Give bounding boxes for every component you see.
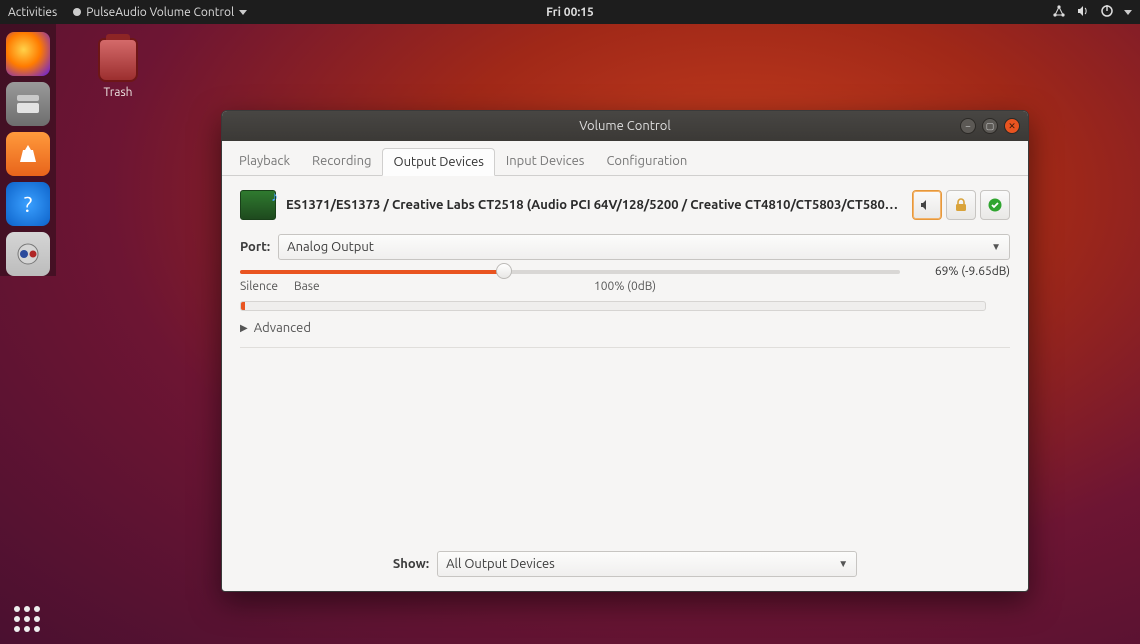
launcher-files[interactable] — [6, 82, 50, 126]
launcher-dock: ? — [0, 24, 56, 276]
set-default-button[interactable] — [980, 190, 1010, 220]
launcher-firefox[interactable] — [6, 32, 50, 76]
tab-output-devices[interactable]: Output Devices — [382, 148, 494, 176]
chevron-down-icon — [239, 10, 247, 15]
power-icon[interactable] — [1100, 4, 1114, 21]
launcher-software[interactable] — [6, 132, 50, 176]
launcher-pavucontrol[interactable] — [6, 232, 50, 276]
volume-slider[interactable] — [240, 270, 900, 274]
trash-label: Trash — [88, 86, 148, 99]
tab-playback[interactable]: Playback — [228, 147, 301, 175]
close-button[interactable]: ✕ — [1004, 118, 1020, 134]
window-title: Volume Control — [579, 119, 671, 133]
volume-scale: Silence Base 100% (0dB) — [240, 280, 900, 293]
port-value: Analog Output — [287, 240, 374, 254]
window-titlebar[interactable]: Volume Control – ▢ ✕ — [222, 111, 1028, 141]
disclosure-triangle-icon: ▶ — [240, 322, 248, 334]
lock-channels-button[interactable] — [946, 190, 976, 220]
maximize-button[interactable]: ▢ — [982, 118, 998, 134]
app-menu-title: PulseAudio Volume Control — [86, 6, 234, 19]
footer: Show: All Output Devices ▼ — [222, 541, 1028, 591]
port-combo[interactable]: Analog Output ▼ — [278, 234, 1010, 260]
launcher-help[interactable]: ? — [6, 182, 50, 226]
clock[interactable]: Fri 00:15 — [546, 6, 594, 19]
advanced-expander[interactable]: ▶ Advanced — [240, 321, 1010, 335]
volume-thumb[interactable] — [496, 263, 512, 279]
port-label: Port: — [240, 240, 270, 254]
minimize-button[interactable]: – — [960, 118, 976, 134]
app-menu[interactable]: PulseAudio Volume Control — [73, 6, 247, 19]
tab-input-devices[interactable]: Input Devices — [495, 147, 596, 175]
network-icon[interactable] — [1052, 4, 1066, 21]
activities-button[interactable]: Activities — [8, 6, 57, 19]
level-meter — [240, 301, 986, 311]
level-meter-peak — [241, 302, 245, 310]
show-combo[interactable]: All Output Devices ▼ — [437, 551, 857, 577]
show-applications-button[interactable] — [14, 606, 40, 632]
volume-control-window: Volume Control – ▢ ✕ Playback Recording … — [221, 110, 1029, 592]
show-value: All Output Devices — [446, 557, 555, 571]
device-name: ES1371/ES1373 / Creative Labs CT2518 (Au… — [286, 198, 902, 212]
chevron-down-icon: ▼ — [991, 241, 1001, 253]
volume-icon[interactable] — [1076, 4, 1090, 21]
tab-configuration[interactable]: Configuration — [595, 147, 698, 175]
scale-silence: Silence — [240, 280, 278, 293]
trash-icon — [98, 38, 138, 82]
sound-card-icon — [240, 190, 276, 220]
desktop-trash[interactable]: Trash — [88, 38, 148, 99]
app-indicator-icon — [73, 8, 81, 16]
scale-100: 100% (0dB) — [594, 280, 656, 293]
scale-base: Base — [294, 280, 320, 293]
separator — [240, 347, 1010, 348]
tab-recording[interactable]: Recording — [301, 147, 382, 175]
volume-reading: 69% (-9.65dB) — [935, 265, 1010, 278]
device-header: ES1371/ES1373 / Creative Labs CT2518 (Au… — [240, 190, 1010, 220]
mute-button[interactable] — [912, 190, 942, 220]
port-row: Port: Analog Output ▼ — [240, 234, 1010, 260]
chevron-down-icon: ▼ — [838, 558, 848, 570]
advanced-label: Advanced — [254, 321, 311, 335]
volume-slider-row: 69% (-9.65dB) Silence Base 100% (0dB) — [240, 270, 1010, 293]
show-label: Show: — [393, 557, 429, 571]
top-bar: Activities PulseAudio Volume Control Fri… — [0, 0, 1140, 24]
content-area: ES1371/ES1373 / Creative Labs CT2518 (Au… — [222, 176, 1028, 541]
tab-bar: Playback Recording Output Devices Input … — [222, 141, 1028, 176]
volume-fill — [240, 270, 504, 274]
system-menu-chevron-icon[interactable] — [1124, 10, 1132, 15]
